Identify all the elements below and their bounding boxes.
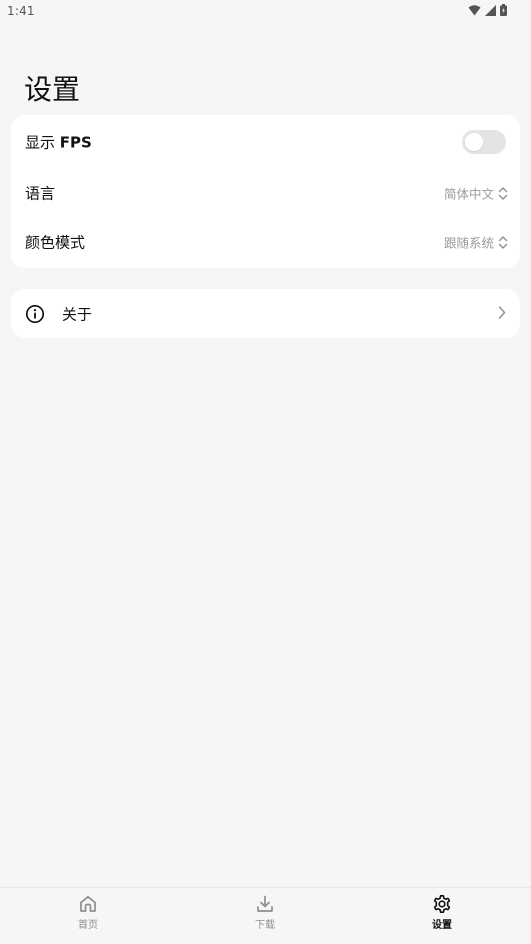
nav-label-download: 下载	[255, 920, 275, 931]
status-time: 1:41	[7, 4, 35, 18]
show-fps-label-bold: FPS	[59, 133, 92, 152]
about-card: 关于	[11, 289, 520, 338]
nav-label-home: 首页	[78, 920, 98, 931]
nav-item-home[interactable]: 首页	[58, 894, 118, 938]
battery-icon	[500, 4, 507, 16]
color-mode-select[interactable]: 跟随系统	[444, 233, 508, 252]
toggle-knob	[465, 133, 483, 151]
chevron-up-down-icon	[498, 234, 508, 250]
show-fps-label: 显示 FPS	[25, 132, 92, 153]
nav-item-download[interactable]: 下载	[235, 894, 295, 938]
bottom-nav: 首页 下载 设置	[0, 887, 531, 944]
status-bar: 1:41	[0, 0, 531, 24]
cell-signal-icon	[485, 4, 496, 16]
chevron-up-down-icon	[498, 185, 508, 201]
about-label: 关于	[62, 305, 93, 323]
show-fps-label-prefix: 显示	[25, 133, 60, 152]
show-fps-toggle[interactable]	[462, 130, 506, 154]
chevron-right-icon	[498, 304, 506, 323]
color-mode-row[interactable]: 颜色模式 跟随系统	[11, 217, 520, 267]
language-select[interactable]: 简体中文	[444, 184, 508, 203]
about-row[interactable]: 关于	[11, 289, 520, 338]
language-value: 简体中文	[443, 186, 494, 202]
info-icon	[25, 304, 45, 324]
status-icons	[468, 4, 507, 16]
settings-screen: 1:41 设置 显示 FPS 语言 简体中文 颜色模式 跟随系统 关于 首页 下…	[0, 0, 531, 944]
color-mode-value: 跟随系统	[443, 235, 494, 251]
wifi-icon	[468, 4, 481, 16]
nav-label-settings: 设置	[432, 920, 452, 931]
gear-icon	[412, 894, 472, 914]
show-fps-row[interactable]: 显示 FPS	[11, 117, 520, 167]
home-icon	[58, 894, 118, 914]
language-row[interactable]: 语言 简体中文	[11, 168, 520, 218]
language-label: 语言	[25, 184, 56, 203]
page-title: 设置	[24, 73, 81, 106]
nav-item-settings[interactable]: 设置	[412, 894, 472, 938]
download-icon	[235, 894, 295, 914]
settings-card: 显示 FPS 语言 简体中文 颜色模式 跟随系统	[11, 115, 520, 268]
color-mode-label: 颜色模式	[25, 233, 86, 252]
